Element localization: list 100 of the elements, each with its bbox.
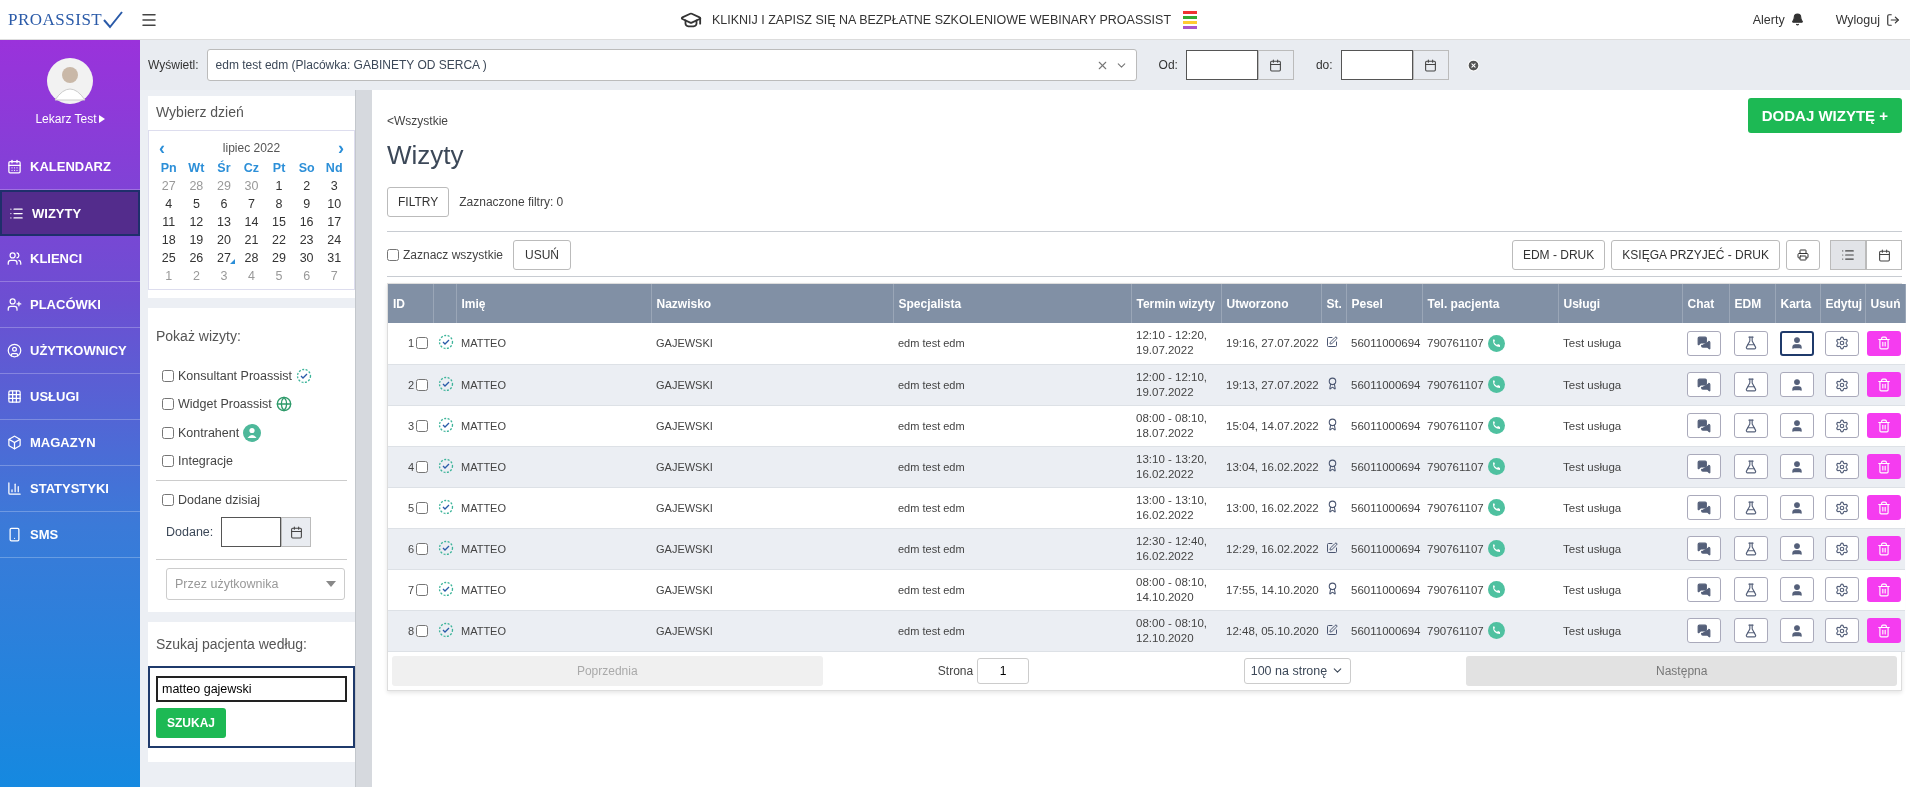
calendar-day[interactable]: 23 [292, 233, 321, 247]
delete-row-button[interactable] [1867, 536, 1901, 561]
page-field[interactable]: 1 [977, 657, 1030, 684]
calendar-day[interactable]: 25 [155, 251, 183, 265]
edm-button[interactable] [1734, 413, 1768, 438]
edit-button[interactable] [1825, 495, 1859, 520]
chat-button[interactable] [1687, 577, 1721, 602]
edm-button[interactable] [1734, 618, 1768, 643]
select-all-checkbox[interactable] [387, 249, 399, 261]
patient-card-button[interactable] [1780, 372, 1814, 397]
calendar-day[interactable]: 20 [210, 233, 238, 247]
calendar-day[interactable]: 31 [320, 251, 348, 265]
calendar-day[interactable]: 24 [320, 233, 348, 247]
calendar-day[interactable]: 17 [320, 215, 348, 229]
calendar-button[interactable] [281, 517, 312, 547]
calendar-day[interactable]: 26 [182, 251, 211, 265]
patient-card-button[interactable] [1780, 618, 1814, 643]
row-checkbox[interactable] [416, 501, 428, 514]
chat-button[interactable] [1687, 495, 1721, 520]
calendar-day[interactable]: 15 [265, 215, 293, 229]
patient-card-button[interactable] [1780, 536, 1814, 561]
delete-row-button[interactable] [1867, 330, 1901, 356]
calendar-button[interactable] [1412, 50, 1449, 80]
display-select[interactable]: edm test edm (Placówka: GABINETY OD SERCA ) [206, 49, 1137, 81]
edit-button[interactable] [1825, 372, 1859, 397]
webinar-banner[interactable]: KLIKNIJ I ZAPISZ SIĘ NA BEZPŁATNE SZKOLENIOWE WEBINARY PROASSIST [158, 8, 1721, 31]
profile-name[interactable]: Lekarz Test [35, 112, 105, 126]
delete-row-button[interactable] [1867, 577, 1901, 602]
nav-item[interactable]: WIZYTY [0, 190, 140, 236]
calendar-day[interactable]: 11 [155, 215, 183, 229]
row-checkbox[interactable] [416, 542, 428, 555]
patient-card-button[interactable] [1780, 454, 1814, 479]
filters-button[interactable]: FILTRY [387, 187, 450, 217]
calendar-day[interactable]: 7 [237, 197, 266, 211]
calendar-button[interactable] [1257, 50, 1294, 80]
from-date-field[interactable] [1185, 50, 1258, 80]
chat-button[interactable] [1687, 413, 1721, 438]
row-checkbox[interactable] [416, 624, 428, 637]
per-page-select[interactable]: 100 na stronę [1243, 657, 1352, 684]
calendar-view-button[interactable] [1866, 240, 1902, 270]
delete-row-button[interactable] [1867, 495, 1901, 520]
calendar-day[interactable]: 12 [182, 215, 211, 229]
edit-button[interactable] [1825, 577, 1859, 602]
chat-button[interactable] [1687, 618, 1721, 643]
chat-button[interactable] [1687, 454, 1721, 479]
delete-row-button[interactable] [1867, 454, 1901, 479]
logout-link[interactable]: Wyloguj [1835, 12, 1900, 27]
scrollbar[interactable] [355, 90, 372, 787]
checkbox[interactable] [162, 370, 174, 382]
delete-row-button[interactable] [1867, 372, 1901, 397]
clear-icon[interactable] [1466, 58, 1480, 72]
patient-card-button[interactable] [1780, 577, 1814, 602]
chat-button[interactable] [1687, 372, 1721, 397]
alerts-link[interactable]: Alerty [1752, 12, 1804, 27]
calendar-day[interactable]: 22 [265, 233, 293, 247]
checkbox[interactable] [162, 398, 174, 410]
calendar-day[interactable]: 2 [292, 179, 321, 193]
to-date-field[interactable] [1340, 50, 1413, 80]
edit-button[interactable] [1825, 330, 1859, 356]
chat-button[interactable] [1687, 330, 1721, 356]
added-date-field[interactable] [221, 517, 282, 547]
patient-card-button[interactable] [1780, 330, 1814, 356]
row-checkbox[interactable] [416, 460, 428, 473]
calendar-day[interactable]: 30 [292, 251, 321, 265]
calendar-day[interactable]: 21 [237, 233, 266, 247]
checkbox[interactable] [162, 494, 174, 506]
edit-button[interactable] [1825, 536, 1859, 561]
calendar-day[interactable]: 19 [182, 233, 211, 247]
calendar-day[interactable]: 6 [210, 197, 238, 211]
edm-button[interactable] [1734, 372, 1768, 397]
calendar-day[interactable]: 3 [320, 179, 348, 193]
edm-button[interactable] [1734, 495, 1768, 520]
row-checkbox[interactable] [416, 419, 428, 432]
edm-print-button[interactable]: EDM - DRUK [1511, 240, 1606, 270]
edit-button[interactable] [1825, 618, 1859, 643]
calendar-day[interactable]: 5 [182, 197, 211, 211]
chat-button[interactable] [1687, 536, 1721, 561]
calendar-day[interactable]: 4 [155, 197, 183, 211]
logo[interactable]: PROASSIST [8, 9, 125, 30]
patient-card-button[interactable] [1780, 413, 1814, 438]
edm-button[interactable] [1734, 536, 1768, 561]
edit-button[interactable] [1825, 413, 1859, 438]
checkbox[interactable] [162, 427, 174, 439]
calendar-day[interactable]: 28 [237, 251, 266, 265]
calendar-day[interactable]: 8 [265, 197, 293, 211]
edm-button[interactable] [1734, 577, 1768, 602]
row-checkbox[interactable] [416, 583, 428, 596]
calendar-day[interactable]: 29 [265, 251, 293, 265]
back-link[interactable]: <Wszystkie [387, 114, 464, 128]
delete-button[interactable]: USUŃ [513, 240, 572, 270]
book-print-button[interactable]: KSIĘGA PRZYJEĆ - DRUK [1611, 240, 1780, 270]
patient-card-button[interactable] [1780, 495, 1814, 520]
row-checkbox[interactable] [416, 337, 428, 350]
calendar-day[interactable]: 1 [265, 179, 293, 193]
delete-row-button[interactable] [1867, 618, 1901, 643]
row-checkbox[interactable] [416, 378, 428, 391]
calendar-day[interactable]: 13 [210, 215, 238, 229]
calendar-day[interactable]: 16 [292, 215, 321, 229]
edit-button[interactable] [1825, 454, 1859, 479]
calendar-day[interactable]: 10 [320, 197, 348, 211]
